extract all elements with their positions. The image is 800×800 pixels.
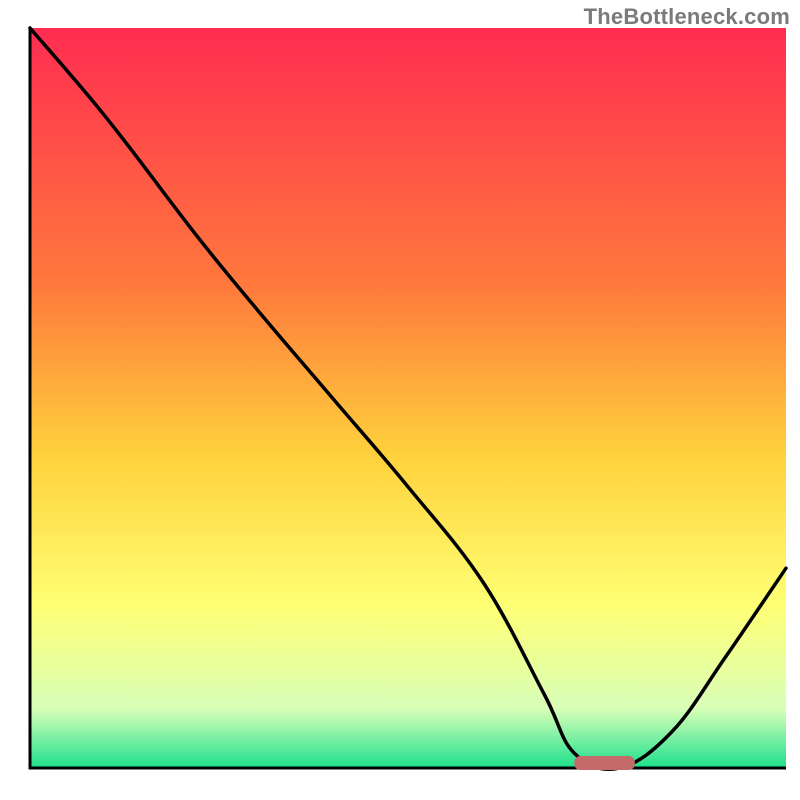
- watermark-text: TheBottleneck.com: [584, 4, 790, 30]
- plot-background: [30, 28, 786, 768]
- chart-container: TheBottleneck.com: [0, 0, 800, 800]
- bottleneck-chart: [0, 0, 800, 800]
- optimal-marker: [574, 756, 634, 770]
